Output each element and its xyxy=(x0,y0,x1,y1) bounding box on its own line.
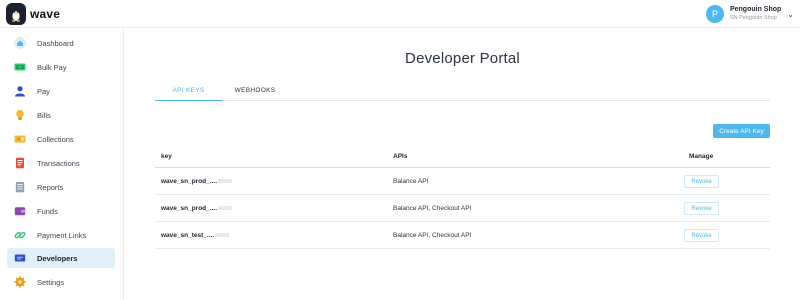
chevron-down-icon[interactable]: ⌄ xyxy=(787,10,794,19)
api-key-value: wave_sn_prod_.... xyxy=(161,205,217,212)
person-icon xyxy=(14,85,26,97)
revoke-button[interactable]: Revoke xyxy=(684,202,719,215)
page-title: Developer Portal xyxy=(405,50,520,67)
home-icon xyxy=(14,37,26,49)
api-key-cell: wave_sn_prod_.... xyxy=(161,168,232,195)
main-content: Developer Portal API KEYS WEBHOOKS Creat… xyxy=(125,28,800,300)
column-header-manage: Manage xyxy=(689,153,714,160)
sidebar-item-dashboard[interactable]: Dashboard xyxy=(7,33,115,53)
api-key-cell: wave_sn_prod_.... xyxy=(161,195,232,222)
account-menu[interactable]: P Pengouin Shop SN Pengouin Shop ⌄ xyxy=(705,3,794,25)
code-icon xyxy=(14,252,26,264)
sidebar-item-developers[interactable]: Developers xyxy=(7,248,115,268)
avatar: P xyxy=(705,5,724,23)
table-row: wave_sn_test_.... Balance API, Checkout … xyxy=(155,222,770,249)
column-header-key: key xyxy=(161,153,172,160)
report-icon xyxy=(14,181,26,193)
account-name: Pengouin Shop xyxy=(729,6,782,13)
masked-key-placeholder xyxy=(215,233,230,238)
penguin-logo-icon[interactable] xyxy=(6,3,26,25)
sidebar-item-transactions[interactable]: Transactions xyxy=(7,153,115,173)
table-row: wave_sn_prod_.... Balance API Revoke xyxy=(155,168,770,195)
sidebar-item-label: Developers xyxy=(37,253,78,263)
sidebar-item-funds[interactable]: Funds xyxy=(7,201,115,221)
sidebar-item-collections[interactable]: Collections xyxy=(7,129,115,149)
receipt-icon xyxy=(14,157,26,169)
masked-key-placeholder xyxy=(218,179,232,184)
apis-cell: Balance API, Checkout API xyxy=(393,205,472,212)
top-bar: wave P Pengouin Shop SN Pengouin Shop ⌄ xyxy=(0,0,800,28)
api-key-value: wave_sn_test_.... xyxy=(161,232,215,239)
account-info: Pengouin Shop SN Pengouin Shop xyxy=(730,5,781,23)
sidebar-item-label: Transactions xyxy=(37,158,80,168)
sidebar: Dashboard Bulk Pay Pay Bills Collections… xyxy=(0,28,124,300)
wallet-icon xyxy=(14,205,26,217)
tab-webhooks[interactable]: WEBHOOKS xyxy=(222,83,288,101)
sidebar-item-label: Pay xyxy=(37,86,50,96)
sidebar-item-payment-links[interactable]: Payment Links xyxy=(7,225,115,245)
sidebar-item-reports[interactable]: Reports xyxy=(7,177,115,197)
api-key-value: wave_sn_prod_.... xyxy=(161,178,217,185)
sidebar-item-label: Bills xyxy=(37,110,51,120)
create-api-key-button[interactable]: Create API Key xyxy=(713,124,770,138)
sidebar-item-label: Funds xyxy=(37,206,58,216)
bulk-pay-icon xyxy=(14,61,26,73)
tab-api-keys[interactable]: API KEYS xyxy=(155,83,222,101)
apis-cell: Balance API, Checkout API xyxy=(393,232,472,239)
revoke-button[interactable]: Revoke xyxy=(684,229,719,242)
sidebar-item-label: Settings xyxy=(37,277,65,287)
link-icon xyxy=(14,229,26,241)
sidebar-item-pay[interactable]: Pay xyxy=(7,81,115,101)
tabs: API KEYS WEBHOOKS xyxy=(155,83,770,101)
sidebar-item-bulk-pay[interactable]: Bulk Pay xyxy=(7,57,115,77)
brand-name: wave xyxy=(30,7,61,21)
collections-icon xyxy=(14,133,26,145)
sidebar-item-label: Dashboard xyxy=(37,38,74,48)
apis-cell: Balance API xyxy=(393,178,429,185)
lightbulb-icon xyxy=(14,109,26,121)
sidebar-item-label: Reports xyxy=(37,182,64,192)
masked-key-placeholder xyxy=(218,206,232,211)
account-subtitle: SN Pengouin Shop xyxy=(729,15,777,21)
sidebar-item-label: Payment Links xyxy=(37,230,87,240)
sidebar-item-label: Bulk Pay xyxy=(37,62,67,72)
sidebar-item-bills[interactable]: Bills xyxy=(7,105,115,125)
sidebar-item-settings[interactable]: Settings xyxy=(7,272,115,292)
revoke-button[interactable]: Revoke xyxy=(684,175,719,188)
table-row: wave_sn_prod_.... Balance API, Checkout … xyxy=(155,195,770,222)
api-key-cell: wave_sn_test_.... xyxy=(161,222,230,249)
column-header-apis: APIs xyxy=(393,153,408,160)
gear-icon xyxy=(14,276,26,288)
sidebar-item-label: Collections xyxy=(37,134,74,144)
